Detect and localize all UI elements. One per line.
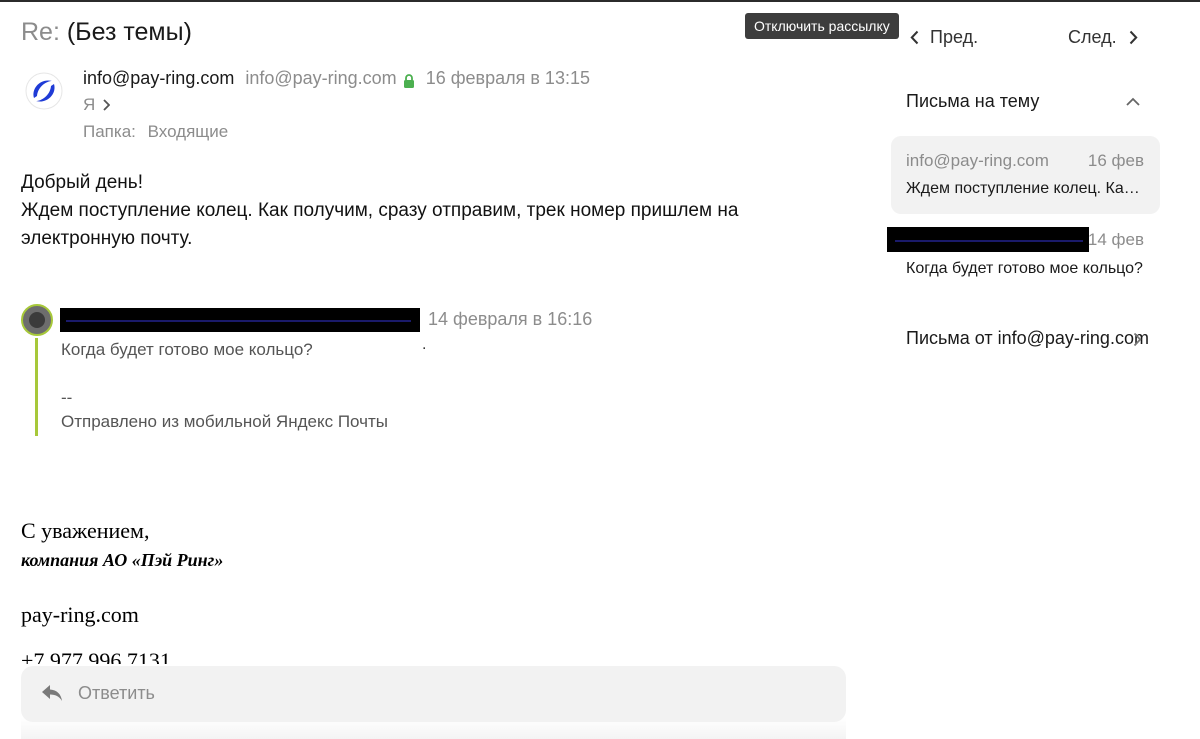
sender-avatar[interactable] — [25, 72, 63, 110]
top-border — [0, 0, 1200, 2]
letters-from-label: Письма от info@pay-ring.com — [906, 328, 1149, 348]
quote-avatar — [21, 304, 53, 336]
quote-signature: Отправлено из мобильной Яндекс Почты — [61, 412, 388, 431]
subject-text: (Без темы) — [66, 18, 192, 46]
message-subject: Re: (Без темы) — [21, 18, 192, 47]
sender-name[interactable]: info@pay-ring.com — [83, 68, 234, 89]
recipient-line[interactable]: Я — [83, 95, 111, 115]
quote-text: Когда будет готово мое кольцо? — [61, 340, 313, 359]
chevron-right-icon — [1129, 30, 1138, 45]
subject-prefix: Re: — [21, 18, 60, 46]
letters-from-sender-link[interactable]: Письма от info@pay-ring.com — [906, 328, 1149, 349]
message-date: 16 февраля в 13:15 — [425, 68, 590, 88]
chevron-right-icon — [102, 99, 111, 111]
sender-email[interactable]: info@pay-ring.com — [245, 68, 396, 89]
unsubscribe-tooltip: Отключить рассылку — [745, 13, 899, 39]
chevron-up-icon[interactable] — [1125, 95, 1141, 107]
quote-bar — [35, 338, 38, 436]
next-label: След. — [1068, 27, 1117, 47]
reply-icon — [40, 683, 64, 703]
signature-company: компания АО «Пэй Ринг» — [21, 550, 224, 570]
chevron-left-icon — [910, 30, 919, 45]
prev-label: Пред. — [930, 27, 979, 47]
thread-item-subject: Ждем поступление колец. Как получим, сра… — [906, 180, 1146, 197]
signature-website[interactable]: pay-ring.com — [21, 602, 139, 628]
lock-icon — [403, 72, 415, 88]
sender-line: info@pay-ring.com info@pay-ring.com 16 ф… — [83, 68, 590, 89]
thread-item-date: 14 фев — [1087, 230, 1144, 249]
folder-label: Папка: — [83, 122, 136, 141]
body-line: Добрый день! — [21, 172, 143, 193]
signature-phone: +7 977 996 7131 — [21, 648, 171, 664]
thread-item[interactable]: 14 фев Когда будет готово мое кольцо? — [887, 224, 1160, 288]
next-message-button[interactable]: След. — [1068, 27, 1138, 48]
signature-regards: С уважением, — [21, 518, 150, 543]
quote-dot: . — [422, 336, 427, 353]
reply-label: Ответить — [78, 683, 155, 703]
avatar-logo — [25, 72, 63, 110]
folder-name[interactable]: Входящие — [148, 122, 229, 141]
folder-line: Папка: Входящие — [83, 122, 228, 142]
body-line: электронную почту. — [21, 228, 193, 249]
redacted-sender — [887, 227, 1089, 252]
signature-phone-clip: +7 977 996 7131 — [21, 640, 421, 664]
redacted-sender — [60, 308, 420, 332]
recipient-name: Я — [83, 95, 96, 114]
thread-item-date: 16 фев — [1087, 151, 1144, 170]
message-body: Добрый день! Ждем поступление колец. Как… — [21, 169, 841, 253]
reply-box[interactable]: Ответить — [21, 666, 846, 722]
quote-separator: -- — [61, 388, 73, 407]
chevron-right-icon — [1133, 332, 1142, 347]
thread-title: Письма на тему — [906, 91, 1040, 111]
thread-item-from: info@pay-ring.com — [906, 151, 1049, 170]
thread-item-subject: Когда будет готово мое кольцо? — [906, 260, 1143, 277]
thread-item[interactable]: info@pay-ring.com 16 фев Ждем поступлени… — [891, 136, 1160, 214]
body-line: Ждем поступление колец. Как получим, сра… — [21, 200, 739, 221]
prev-message-button[interactable]: Пред. — [910, 27, 978, 48]
quote-date: 14 февраля в 16:16 — [428, 309, 593, 329]
